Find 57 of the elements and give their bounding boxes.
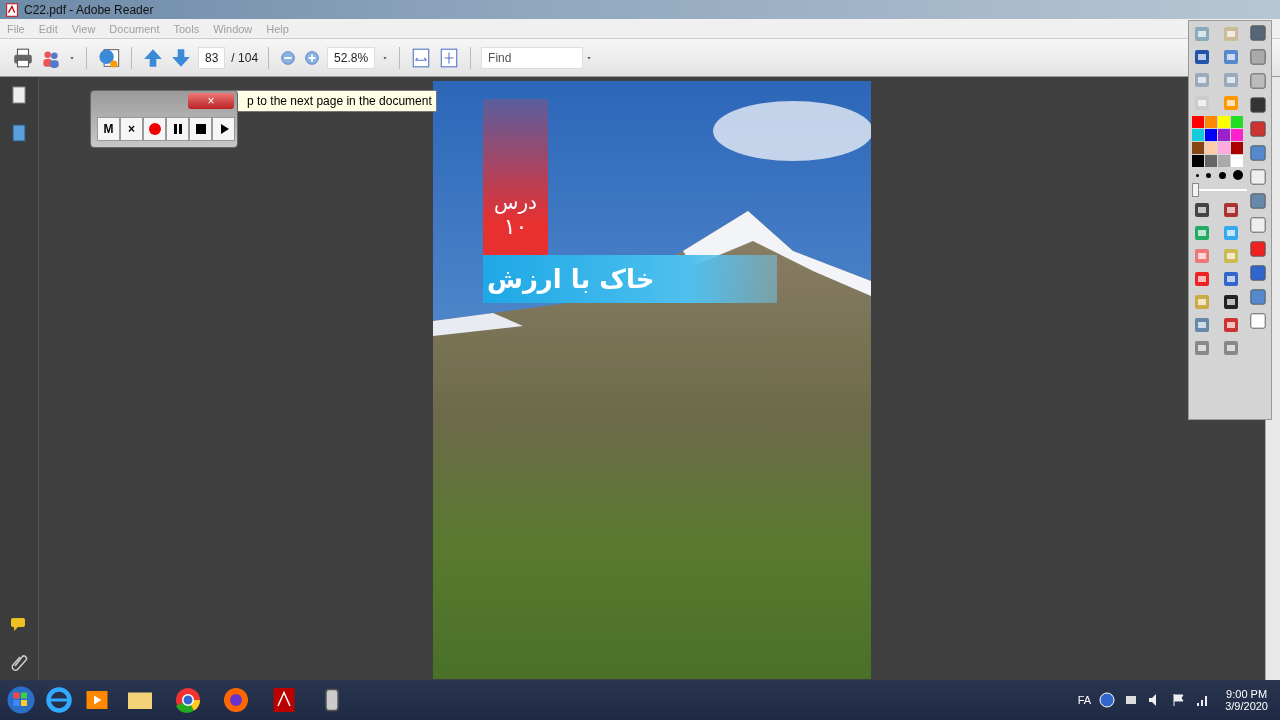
pause-icon	[171, 123, 184, 135]
color-swatch[interactable]	[1205, 155, 1217, 167]
stop-icon	[194, 123, 207, 135]
lesson-title: خاک با ارزش	[487, 264, 655, 294]
pen-size-icon[interactable]	[1233, 170, 1244, 180]
thickness-slider[interactable]	[1192, 183, 1247, 197]
clock-time[interactable]: 9:00 PM	[1226, 688, 1268, 700]
page-total: / 104	[231, 50, 259, 65]
color-swatch[interactable]	[1231, 116, 1243, 128]
color-swatch[interactable]	[1218, 116, 1230, 128]
zoom-out-icon[interactable]	[279, 48, 298, 67]
clock-date[interactable]: 3/9/2020	[1225, 700, 1268, 712]
color-swatch[interactable]	[1192, 142, 1204, 154]
menu-item[interactable]: View	[71, 22, 96, 35]
stop-button[interactable]	[189, 117, 212, 141]
help-icon[interactable]	[1099, 692, 1116, 708]
paperclip-icon[interactable]	[9, 652, 29, 672]
color-swatch[interactable]	[1218, 142, 1230, 154]
lesson-label: درس	[494, 190, 537, 214]
lesson-number: ۱۰	[503, 214, 528, 239]
bookmark-icon[interactable]	[9, 123, 29, 143]
recorder-key[interactable]: M	[97, 117, 120, 141]
color-swatch[interactable]	[1192, 129, 1204, 141]
pause-button[interactable]	[166, 117, 189, 141]
zoom-field[interactable]: 52.8%	[327, 46, 376, 69]
window-title: C22.pdf - Adobe Reader	[24, 2, 154, 17]
color-swatch[interactable]	[1218, 129, 1230, 141]
color-swatch[interactable]	[1231, 155, 1243, 167]
pen-size-icon[interactable]	[1195, 173, 1199, 177]
color-swatch[interactable]	[1218, 155, 1230, 167]
color-swatch[interactable]	[1231, 142, 1243, 154]
color-swatch[interactable]	[1192, 116, 1204, 128]
menu-item[interactable]: Document	[109, 22, 160, 35]
color-swatch[interactable]	[1205, 129, 1217, 141]
color-swatch[interactable]	[1205, 142, 1217, 154]
close-button[interactable]: ×	[188, 93, 234, 109]
browser-e-icon[interactable]	[44, 685, 74, 715]
menu-item[interactable]: Tools	[173, 22, 200, 35]
color-swatch[interactable]	[1205, 116, 1217, 128]
menu-item[interactable]: Window	[213, 22, 253, 35]
page-number-field[interactable]: 83	[198, 46, 226, 69]
printer-icon[interactable]	[12, 46, 34, 69]
pdf-icon[interactable]	[4, 1, 20, 18]
down-arrow-icon[interactable]	[170, 46, 192, 69]
find-field[interactable]: Find	[481, 46, 584, 69]
zoom-in-icon[interactable]	[303, 48, 322, 67]
menu-item[interactable]: File	[7, 22, 25, 35]
pages-icon[interactable]	[9, 85, 29, 105]
language-indicator[interactable]: FA	[1077, 694, 1092, 706]
recorder-key[interactable]: ×	[120, 117, 143, 141]
menu-item[interactable]: Edit	[38, 22, 58, 35]
start-orb-icon[interactable]	[6, 685, 36, 715]
record-button[interactable]	[143, 117, 166, 141]
color-swatch[interactable]	[1231, 129, 1243, 141]
menu-item[interactable]: Help	[266, 22, 289, 35]
play-button[interactable]	[212, 117, 235, 141]
color-swatch[interactable]	[1192, 155, 1204, 167]
